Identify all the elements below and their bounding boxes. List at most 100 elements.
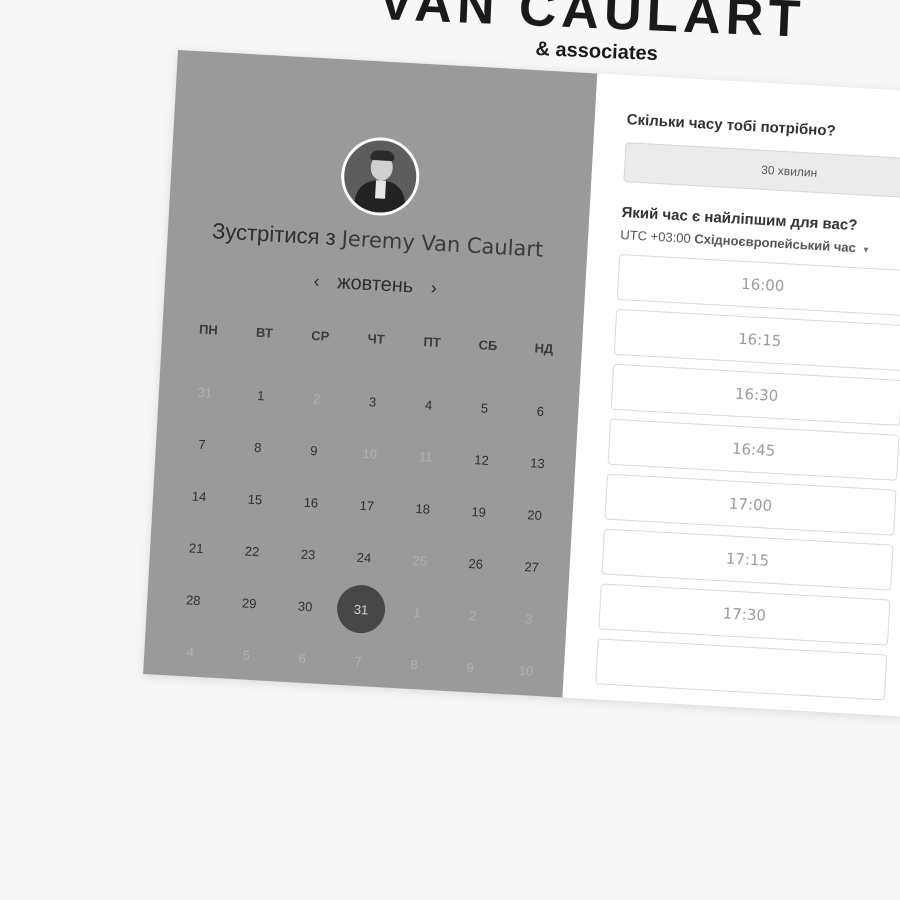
- calendar-day[interactable]: 23: [279, 527, 338, 582]
- chevron-down-icon: ▾: [863, 244, 869, 256]
- calendar-day: 6: [273, 630, 332, 685]
- calendar-day: 3: [499, 591, 558, 646]
- calendar-day-label: 13: [529, 454, 546, 471]
- calendar-day-label: 28: [185, 591, 201, 608]
- time-slot-button[interactable]: 16:45: [607, 418, 900, 481]
- calendar-day[interactable]: 15: [226, 471, 285, 526]
- calendar-day[interactable]: 8: [229, 420, 288, 475]
- calendar-day-label: 10: [362, 445, 378, 462]
- calendar-day[interactable]: 5: [455, 380, 514, 435]
- duration-select[interactable]: 30 хвилин: [623, 142, 900, 201]
- meet-with-heading: Зустрітися з Jeremy Van Caulart: [167, 216, 588, 265]
- time-slot-button[interactable]: [595, 638, 888, 701]
- calendar-day[interactable]: 13: [508, 435, 567, 490]
- calendar-day-label: 30: [297, 598, 313, 614]
- calendar-day-label: 4: [186, 643, 195, 660]
- calendar-day[interactable]: 12: [452, 432, 511, 487]
- timezone-offset: UTC +03:00: [619, 226, 692, 246]
- weekday-header: СР: [310, 327, 330, 344]
- calendar-day[interactable]: 4: [399, 377, 458, 432]
- host-name: Jeremy Van Caulart: [341, 226, 544, 262]
- prev-month-icon[interactable]: ‹: [301, 270, 332, 293]
- calendar-day-label: 2: [312, 390, 321, 406]
- time-slot-button[interactable]: 17:00: [604, 473, 897, 536]
- calendar-day-label: 2: [468, 607, 477, 624]
- calendar-day: 31: [176, 365, 235, 420]
- calendar-day-label: 27: [524, 558, 540, 575]
- calendar-day[interactable]: 27: [502, 539, 561, 594]
- host-avatar: [339, 135, 422, 218]
- time-slot-button[interactable]: 16:15: [613, 308, 900, 371]
- calendar-day[interactable]: 14: [170, 468, 229, 523]
- calendar-day-label: 7: [354, 653, 363, 669]
- time-selection-panel: Скільки часу тобі потрібно? 30 хвилин Як…: [562, 73, 900, 717]
- calendar-day: 25: [390, 533, 449, 588]
- calendar-day-label: 18: [415, 500, 431, 517]
- calendar-day[interactable]: 3: [343, 374, 402, 429]
- weekday-header: ВТ: [255, 324, 274, 341]
- time-slot-button[interactable]: 17:30: [598, 583, 891, 646]
- calendar-day: 5: [217, 627, 276, 682]
- calendar-day[interactable]: 19: [449, 484, 508, 539]
- calendar-day-label: 15: [247, 491, 263, 507]
- time-slot-button[interactable]: 16:00: [616, 253, 900, 317]
- calendar-day[interactable]: 6: [511, 383, 570, 438]
- weekday-header: ПН: [198, 321, 219, 338]
- calendar-day: 8: [385, 637, 444, 692]
- calendar-day[interactable]: 7: [173, 416, 232, 471]
- calendar-day-selected[interactable]: 31: [332, 582, 391, 637]
- calendar-day-label: 11: [418, 448, 433, 465]
- timezone-name: Східноєвропейський час: [693, 231, 857, 256]
- calendar-day: 2: [287, 371, 346, 426]
- calendar-day[interactable]: 17: [337, 478, 396, 533]
- calendar-grid: ПН ВТ СР ЧТ ПТ СБ НД 31 1 2 3 4 5 6 7 8 9 10 11 12 13 14 15 16 1…: [161, 313, 573, 698]
- calendar-day[interactable]: 26: [446, 536, 505, 591]
- calendar-day[interactable]: 16: [282, 475, 341, 530]
- next-month-icon[interactable]: ›: [418, 277, 449, 300]
- calendar-day[interactable]: 24: [335, 530, 394, 585]
- calendar-day: 10: [497, 643, 556, 698]
- calendar-day-label: 3: [368, 393, 377, 410]
- meet-prefix: Зустрітися з: [211, 218, 337, 251]
- calendar-day-label: 5: [480, 399, 489, 416]
- calendar-day-label: 21: [188, 539, 204, 556]
- calendar-day[interactable]: 30: [276, 578, 335, 633]
- calendar-day[interactable]: 22: [223, 523, 282, 578]
- calendar-day[interactable]: 1: [231, 368, 290, 423]
- calendar-day: 9: [441, 640, 500, 695]
- weekday-header: ПТ: [423, 333, 442, 350]
- calendar-day-label: 20: [526, 506, 543, 523]
- calendar-day-label: 7: [198, 436, 207, 452]
- calendar-day-label: 26: [468, 555, 484, 572]
- calendar-day[interactable]: 28: [164, 572, 223, 627]
- brand-subtitle: & associates: [535, 38, 659, 66]
- calendar-day[interactable]: 21: [167, 520, 226, 575]
- time-slot-button[interactable]: 16:30: [610, 363, 900, 426]
- calendar-day-label: 10: [518, 662, 534, 679]
- calendar-day-label: 22: [244, 543, 260, 559]
- calendar-day-label: 16: [303, 494, 319, 511]
- calendar-day: 10: [340, 426, 399, 481]
- time-slot-button[interactable]: 17:15: [601, 528, 894, 591]
- calendar-day-label: 3: [524, 610, 533, 627]
- calendar-day-label: 1: [412, 604, 422, 620]
- calendar-day[interactable]: 18: [393, 481, 452, 536]
- calendar-day-label: 8: [410, 656, 419, 672]
- calendar-day: 11: [396, 429, 455, 484]
- calendar-day-label: 23: [300, 546, 316, 562]
- calendar-day-label: 12: [473, 451, 490, 468]
- calendar-day-label: 6: [298, 650, 307, 666]
- duration-question: Скільки часу тобі потрібно?: [626, 111, 837, 140]
- calendar-day-label: 14: [191, 487, 207, 504]
- calendar-day[interactable]: 9: [284, 423, 343, 478]
- calendar-day-label: 1: [256, 387, 265, 403]
- calendar-day-label: 5: [242, 647, 251, 663]
- calendar-day-label: 19: [471, 503, 487, 520]
- calendar-day-label: 29: [241, 594, 257, 611]
- calendar-day-label: 9: [465, 659, 475, 675]
- calendar-day-label: 17: [359, 497, 375, 514]
- calendar-day: 2: [443, 588, 502, 643]
- calendar-day[interactable]: 20: [505, 487, 564, 542]
- time-slot-list: 16:00 16:15 16:30 16:45 17:00 17:15 17:30: [595, 253, 900, 701]
- calendar-day[interactable]: 29: [220, 575, 279, 630]
